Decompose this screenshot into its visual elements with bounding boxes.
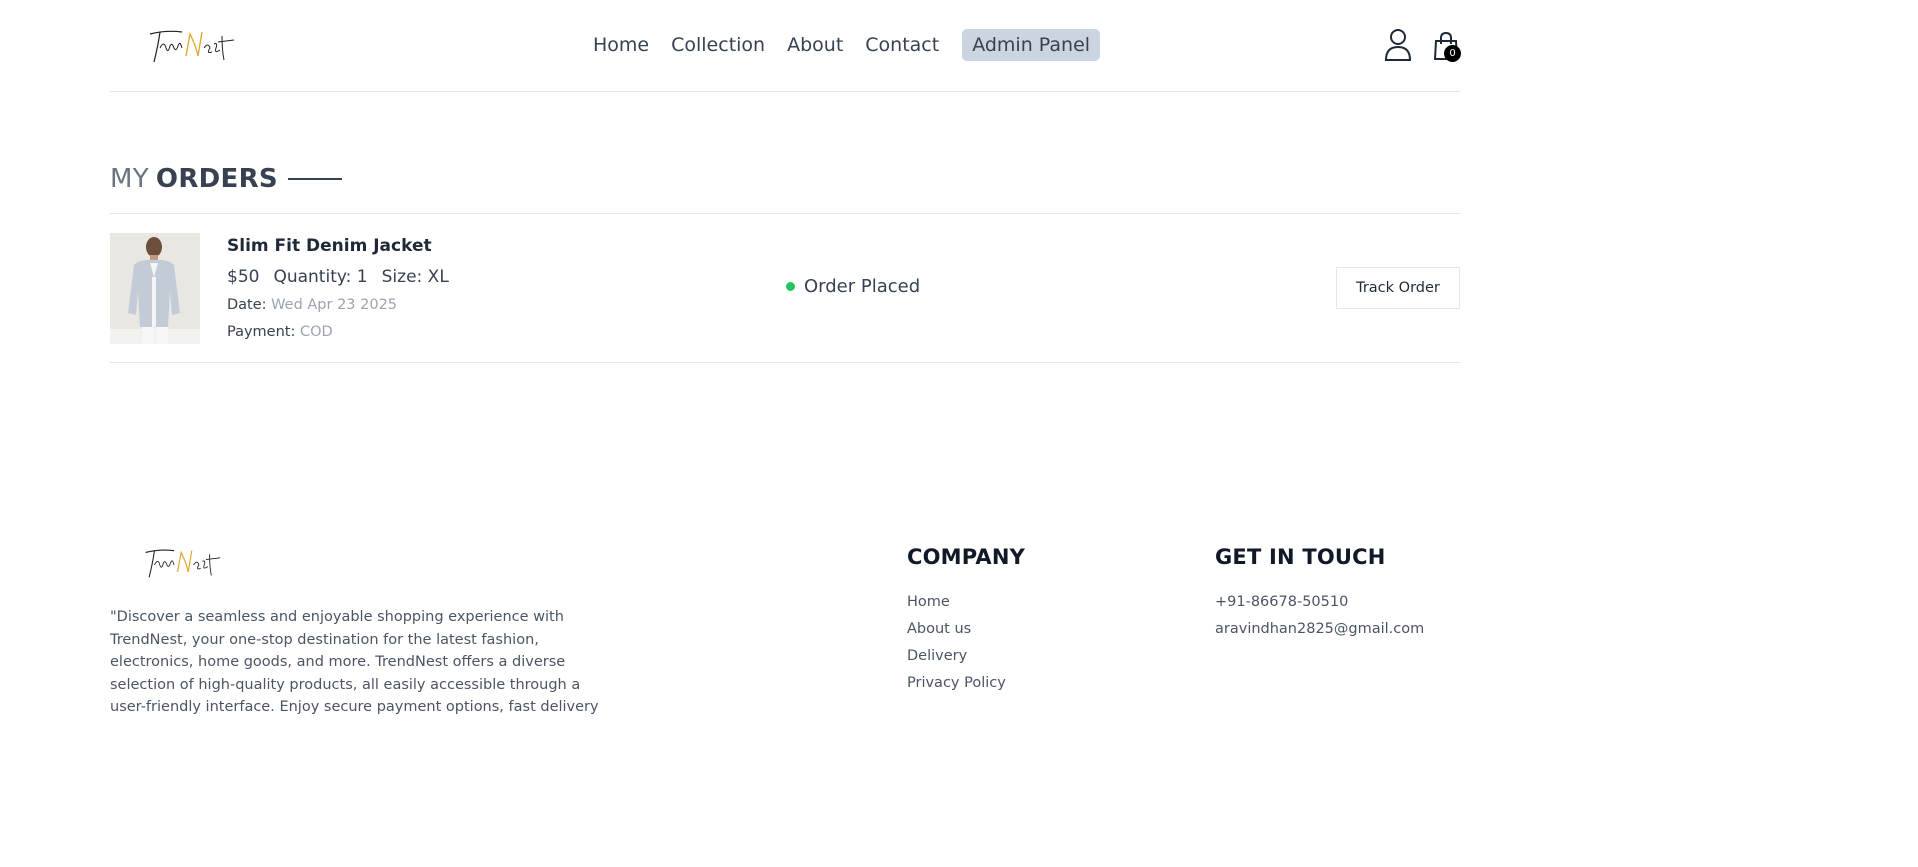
nav-home[interactable]: Home	[582, 29, 660, 61]
nav-collection[interactable]: Collection	[660, 29, 776, 61]
order-quantity: Quantity: 1	[273, 267, 368, 287]
order-size: Size: XL	[381, 267, 449, 287]
footer-company: COMPANY Home About us Delivery Privacy P…	[907, 545, 1025, 697]
company-heading: COMPANY	[907, 545, 1026, 569]
footer-trendnest-logo	[145, 549, 221, 578]
status-dot-icon	[786, 282, 795, 291]
main-nav: Home Collection About Contact Admin Pane…	[582, 29, 1101, 61]
title-dark: ORDERS	[155, 164, 278, 194]
trendnest-logo[interactable]	[146, 26, 236, 68]
footer-link-delivery[interactable]: Delivery	[907, 643, 1025, 670]
order-meta: $50 Quantity: 1 Size: XL	[227, 265, 449, 289]
page-title: MY ORDERS	[110, 164, 342, 194]
order-payment: Payment: COD	[227, 321, 449, 343]
touch-heading: GET IN TOUCH	[1215, 545, 1386, 569]
nav-contact[interactable]: Contact	[854, 29, 950, 61]
status-text: Order Placed	[804, 276, 921, 297]
site-header: Home Collection About Contact Admin Pane…	[110, 0, 1461, 92]
track-order-button[interactable]: Track Order	[1336, 267, 1460, 309]
title-light: MY	[110, 164, 149, 194]
payment-value: COD	[299, 324, 333, 340]
footer-phone: +91-86678-50510	[1215, 594, 1349, 610]
footer-description: "Discover a seamless and enjoyable shopp…	[110, 609, 599, 716]
order-date: Date: Wed Apr 23 2025	[227, 294, 449, 316]
date-value: Wed Apr 23 2025	[271, 297, 398, 313]
order-status: Order Placed	[786, 276, 920, 297]
user-icon[interactable]	[1384, 28, 1412, 62]
title-divider	[287, 178, 342, 180]
product-name[interactable]: Slim Fit Denim Jacket	[227, 234, 449, 258]
cart-count-badge: 0	[1444, 45, 1461, 62]
order-details: Slim Fit Denim Jacket $50 Quantity: 1 Si…	[227, 234, 449, 343]
admin-panel-button[interactable]: Admin Panel	[962, 29, 1101, 61]
footer-link-home[interactable]: Home	[907, 589, 1025, 616]
product-image	[110, 233, 200, 344]
footer-link-about[interactable]: About us	[907, 616, 1025, 643]
nav-about[interactable]: About	[776, 29, 854, 61]
payment-label: Payment:	[227, 324, 296, 340]
footer-contact: GET IN TOUCH +91-86678-50510 aravindhan2…	[1215, 545, 1424, 643]
footer-link-privacy[interactable]: Privacy Policy	[907, 670, 1025, 697]
order-price: $50	[227, 267, 260, 287]
header-icons: 0	[1376, 28, 1461, 68]
footer-email[interactable]: aravindhan2825@gmail.com	[1215, 616, 1424, 643]
date-label: Date:	[227, 297, 267, 313]
order-row: Slim Fit Denim Jacket $50 Quantity: 1 Si…	[110, 213, 1460, 363]
